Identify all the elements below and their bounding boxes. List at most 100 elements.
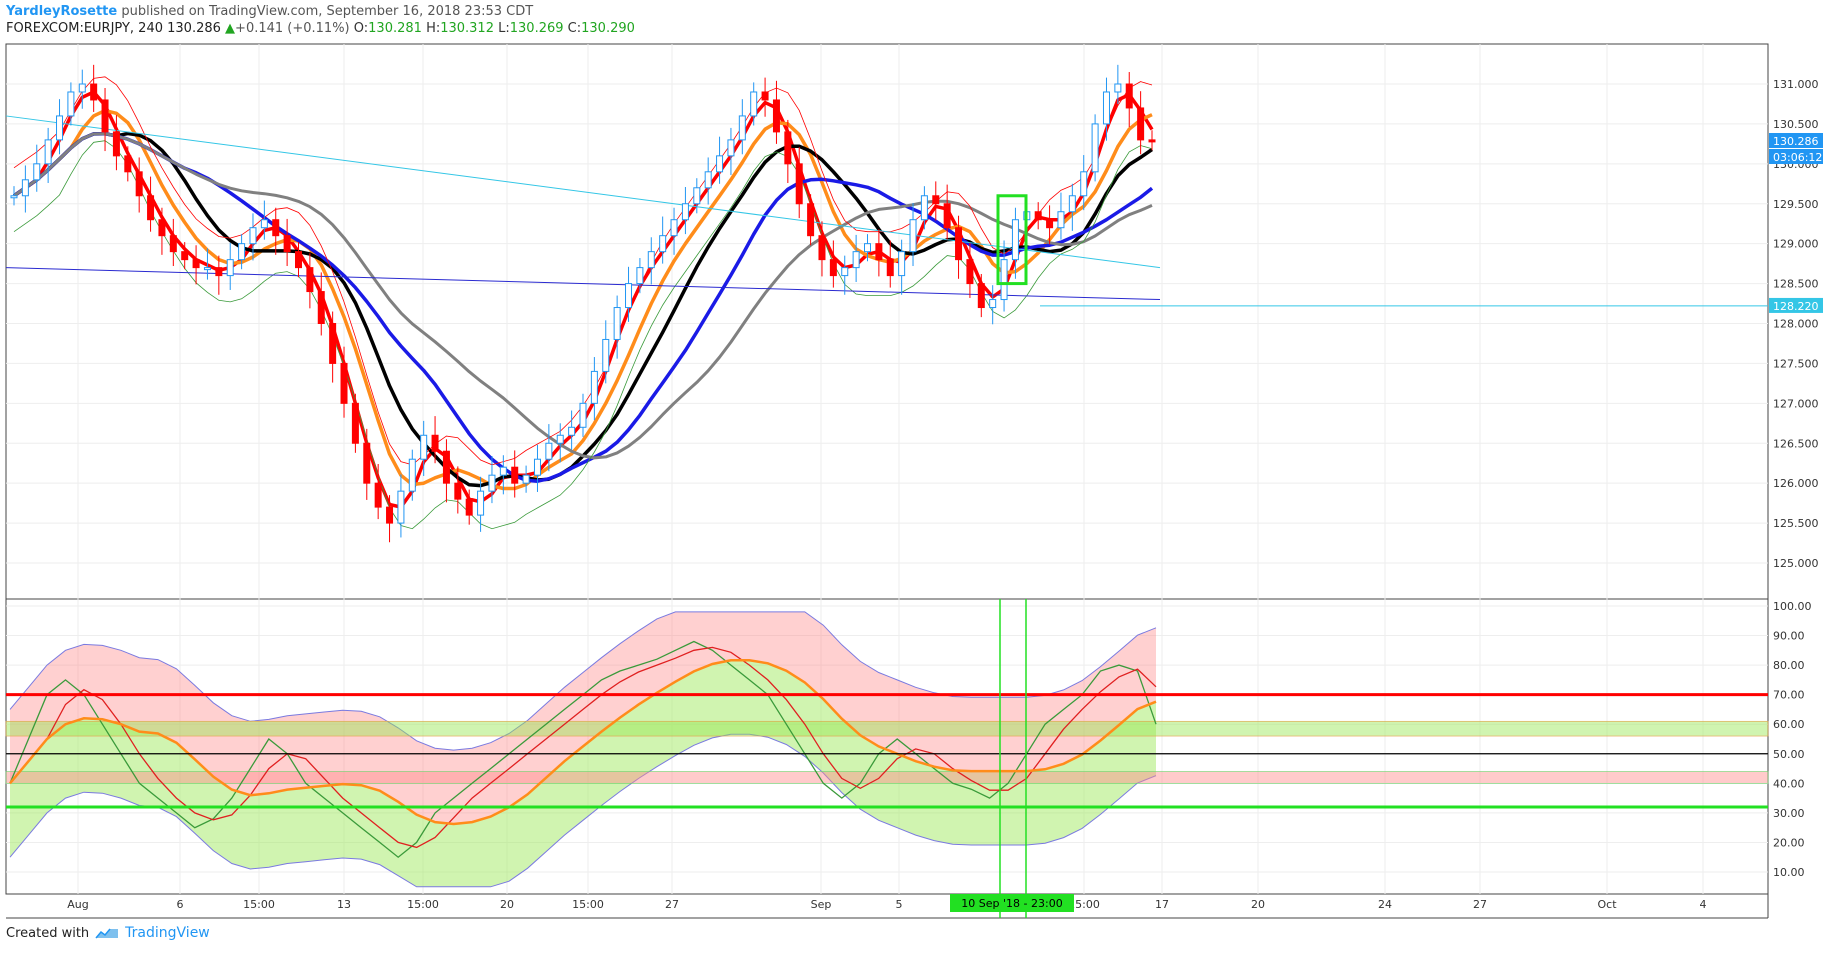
lower-zone bbox=[5, 771, 1769, 784]
candle-body bbox=[943, 203, 951, 229]
time-tick-label: 13 bbox=[337, 898, 351, 911]
price-tick-label: 127.500 bbox=[1773, 357, 1819, 370]
candle-body bbox=[1137, 107, 1145, 141]
price-axis[interactable]: 131.000130.500130.000129.500129.000128.5… bbox=[1769, 78, 1823, 570]
candle-body bbox=[238, 243, 246, 261]
candle-body bbox=[579, 402, 587, 428]
candle-body bbox=[1125, 83, 1133, 109]
candle-body bbox=[590, 370, 598, 404]
price-tick-label: 125.000 bbox=[1773, 557, 1819, 570]
osc-tick-label: 40.00 bbox=[1773, 777, 1805, 790]
candle-body bbox=[625, 283, 633, 309]
candle-body bbox=[704, 171, 712, 189]
candle-body bbox=[1057, 211, 1065, 229]
candle-body bbox=[295, 251, 302, 269]
candle-body bbox=[1068, 195, 1076, 213]
candle-body bbox=[181, 251, 189, 261]
candle-body bbox=[693, 187, 701, 205]
candle-body bbox=[898, 251, 906, 277]
candle-body bbox=[67, 91, 75, 117]
candle-body bbox=[135, 171, 143, 197]
candle-body bbox=[977, 283, 985, 309]
candle-body bbox=[56, 115, 64, 141]
candle-body bbox=[659, 235, 667, 253]
oscillator-axis[interactable]: 100.00 90.00 80.00 70.00 60.00 50.00 40.00 30.0… bbox=[1773, 600, 1812, 879]
candle-body bbox=[1148, 139, 1156, 143]
candle-body bbox=[613, 307, 621, 340]
tradingview-link[interactable]: TradingView bbox=[125, 925, 210, 941]
candle-body bbox=[215, 267, 223, 277]
price-tick-label: 127.000 bbox=[1773, 397, 1819, 410]
candle-body bbox=[556, 434, 564, 444]
osc-tick-label: 100.00 bbox=[1773, 600, 1812, 613]
current-price-label: 130.286 bbox=[1773, 135, 1819, 148]
price-tick-label: 128.000 bbox=[1773, 318, 1819, 331]
candle-body bbox=[852, 251, 860, 269]
candle-body bbox=[909, 219, 917, 253]
candle-body bbox=[272, 219, 280, 237]
candle-body bbox=[1046, 219, 1054, 229]
osc-tick-label: 70.00 bbox=[1773, 689, 1805, 702]
osc-tick-label: 30.00 bbox=[1773, 807, 1805, 820]
time-tick-label: 20 bbox=[1251, 898, 1265, 911]
candle-body bbox=[920, 195, 928, 221]
candle-body bbox=[249, 227, 257, 245]
osc-tick-label: 20.00 bbox=[1773, 836, 1805, 849]
time-axis[interactable]: Aug 6 15:00 13 15:00 20 15:00 27 Sep 5 15:00 17 20 24… bbox=[67, 898, 1706, 911]
candle-body bbox=[442, 450, 450, 484]
osc-tick-label: 50.00 bbox=[1773, 748, 1805, 761]
candle-body bbox=[545, 442, 553, 460]
candle-body bbox=[989, 299, 997, 309]
tradingview-logo-icon bbox=[95, 928, 119, 939]
chart-canvas[interactable]: 131.000130.500130.000129.500129.000128.5… bbox=[0, 0, 1828, 953]
candle-body bbox=[329, 323, 337, 364]
candle-body bbox=[351, 402, 359, 444]
candle-body bbox=[44, 139, 52, 165]
candle-body bbox=[101, 99, 109, 133]
candle-body bbox=[112, 131, 120, 157]
moving-averages bbox=[5, 76, 1161, 530]
candle-body bbox=[795, 163, 803, 205]
candle-body bbox=[363, 442, 371, 484]
footer: Created with TradingView bbox=[6, 925, 210, 941]
candle-body bbox=[10, 195, 18, 199]
candle-body bbox=[681, 203, 689, 221]
time-tick-label: 15:00 bbox=[572, 898, 604, 911]
candle-body bbox=[1034, 211, 1042, 221]
candle-body bbox=[784, 131, 792, 165]
osc-tick-label: 10.00 bbox=[1773, 866, 1805, 879]
candle-body bbox=[670, 219, 678, 237]
time-tick-label: Sep bbox=[811, 898, 832, 911]
price-tick-label: 126.500 bbox=[1773, 437, 1819, 450]
hline-price-label: 128.220 bbox=[1773, 300, 1819, 313]
candle-body bbox=[158, 219, 166, 237]
candle-body bbox=[738, 115, 746, 141]
candle-body bbox=[568, 426, 576, 436]
price-tick-label: 128.500 bbox=[1773, 278, 1819, 291]
candle-body bbox=[533, 458, 541, 476]
candle-body bbox=[511, 466, 519, 484]
time-tick-label: 15:00 bbox=[407, 898, 439, 911]
candle-body bbox=[1091, 123, 1099, 173]
candle-body bbox=[420, 434, 428, 460]
candle-body bbox=[408, 458, 416, 492]
upper-zone bbox=[5, 720, 1769, 737]
price-pane[interactable] bbox=[5, 43, 1769, 600]
candle-body bbox=[226, 259, 234, 277]
osc-tick-label: 80.00 bbox=[1773, 659, 1805, 672]
time-tick-label: 5 bbox=[896, 898, 903, 911]
candle-body bbox=[477, 490, 485, 516]
candle-body bbox=[21, 179, 29, 197]
candle-body bbox=[260, 219, 268, 229]
time-tick-label: 27 bbox=[1473, 898, 1487, 911]
time-tick-label: 6 bbox=[177, 898, 184, 911]
time-tick-label: Aug bbox=[67, 898, 88, 911]
candle-body bbox=[966, 259, 974, 285]
candle-body bbox=[374, 482, 382, 508]
candle-body bbox=[397, 490, 405, 524]
price-tick-label: 125.500 bbox=[1773, 517, 1819, 530]
candle-body bbox=[33, 163, 41, 181]
candle-body bbox=[636, 267, 644, 285]
candle-body bbox=[932, 195, 940, 205]
candle-body bbox=[1000, 259, 1008, 301]
